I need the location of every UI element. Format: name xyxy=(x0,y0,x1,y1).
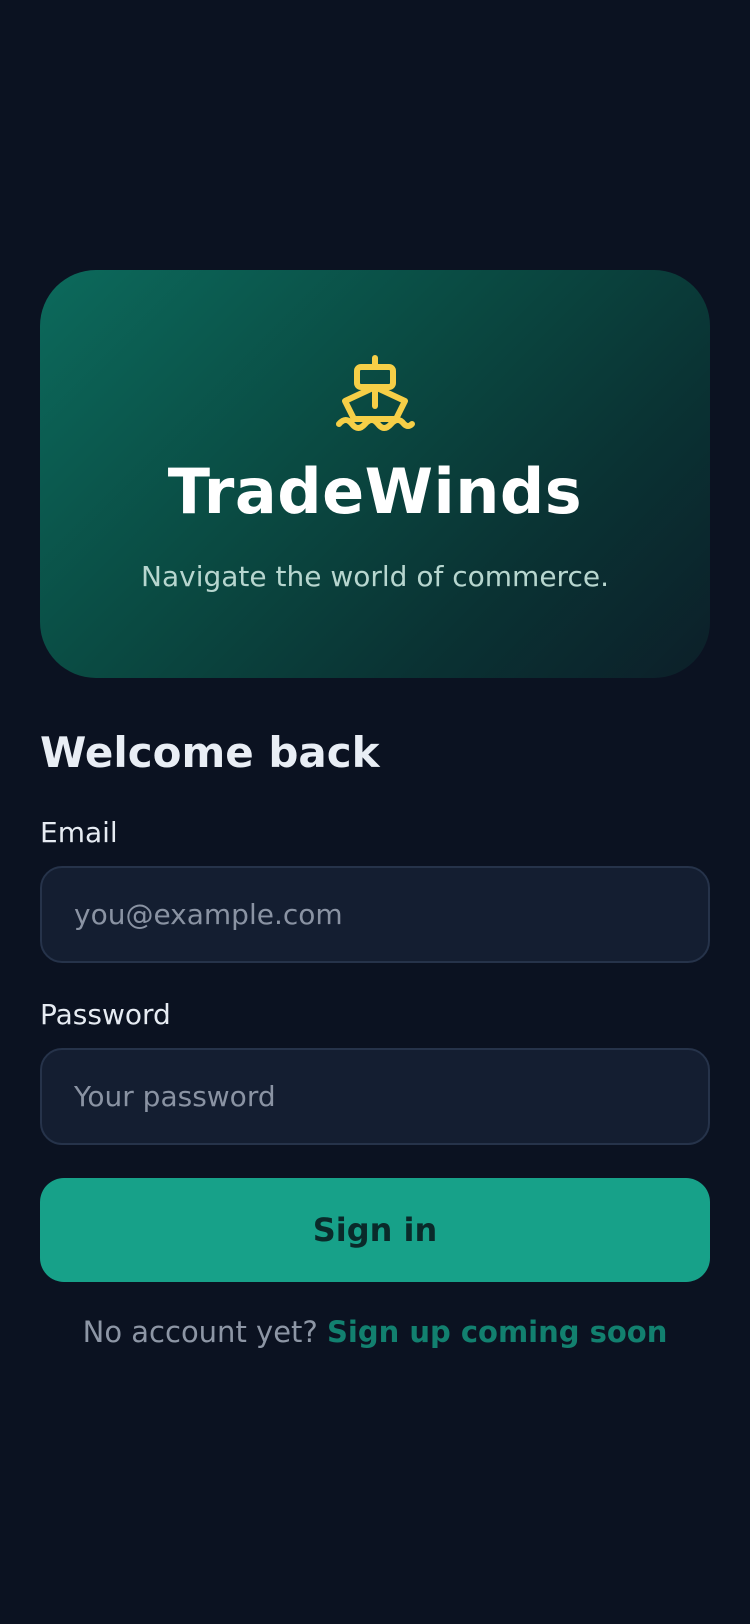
password-field[interactable] xyxy=(40,1048,710,1145)
signup-prompt: No account yet? Sign up coming soon xyxy=(0,1314,750,1352)
signup-link[interactable]: Sign up coming soon xyxy=(327,1315,667,1349)
page-title: Welcome back xyxy=(40,728,380,777)
brand-tagline: Navigate the world of commerce. xyxy=(141,560,609,593)
signup-prompt-text: No account yet? xyxy=(82,1315,318,1349)
email-label: Email xyxy=(40,816,118,849)
ship-icon xyxy=(332,352,418,438)
hero-card: TradeWinds Navigate the world of commerc… xyxy=(40,270,710,678)
login-screen: TradeWinds Navigate the world of commerc… xyxy=(0,0,750,1624)
password-label: Password xyxy=(40,998,171,1031)
brand-title: TradeWinds xyxy=(167,455,583,528)
email-field[interactable] xyxy=(40,866,710,963)
sign-in-button[interactable]: Sign in xyxy=(40,1178,710,1282)
